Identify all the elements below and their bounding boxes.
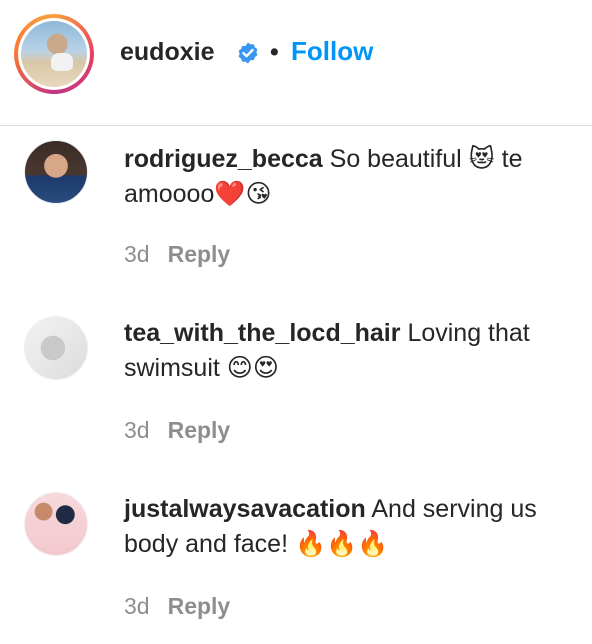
comment-body: rodriguez_becca So beautiful 😻 te amoooo… bbox=[124, 142, 579, 212]
follow-button[interactable]: Follow bbox=[291, 35, 373, 67]
comment-meta: 3d Reply bbox=[124, 416, 230, 444]
profile-avatar-frame bbox=[18, 18, 90, 90]
comment-age[interactable]: 3d bbox=[124, 593, 150, 619]
comment-author[interactable]: rodriguez_becca bbox=[124, 145, 323, 173]
comment-meta: 3d Reply bbox=[124, 240, 230, 268]
comment-body: tea_with_the_locd_hair Loving that swims… bbox=[124, 316, 579, 386]
comment-age[interactable]: 3d bbox=[124, 417, 150, 443]
reply-button[interactable]: Reply bbox=[168, 593, 231, 619]
reply-button[interactable]: Reply bbox=[168, 417, 231, 443]
verified-badge-icon bbox=[238, 42, 258, 64]
comment-meta: 3d Reply bbox=[124, 592, 230, 620]
profile-avatar-story-ring[interactable] bbox=[14, 14, 94, 94]
profile-avatar bbox=[21, 21, 87, 87]
comment-author[interactable]: justalwaysavacation bbox=[124, 495, 366, 523]
commenter-avatar[interactable] bbox=[24, 140, 88, 204]
post-header: eudoxie • Follow bbox=[0, 0, 592, 126]
reply-button[interactable]: Reply bbox=[168, 241, 231, 267]
comment-body: justalwaysavacation And serving us body … bbox=[124, 492, 579, 562]
comment-author[interactable]: tea_with_the_locd_hair bbox=[124, 319, 400, 347]
comment-age[interactable]: 3d bbox=[124, 241, 150, 267]
commenter-avatar[interactable] bbox=[24, 316, 88, 380]
post-author-username[interactable]: eudoxie bbox=[120, 36, 214, 68]
separator-dot: • bbox=[270, 38, 279, 66]
commenter-avatar[interactable] bbox=[24, 492, 88, 556]
